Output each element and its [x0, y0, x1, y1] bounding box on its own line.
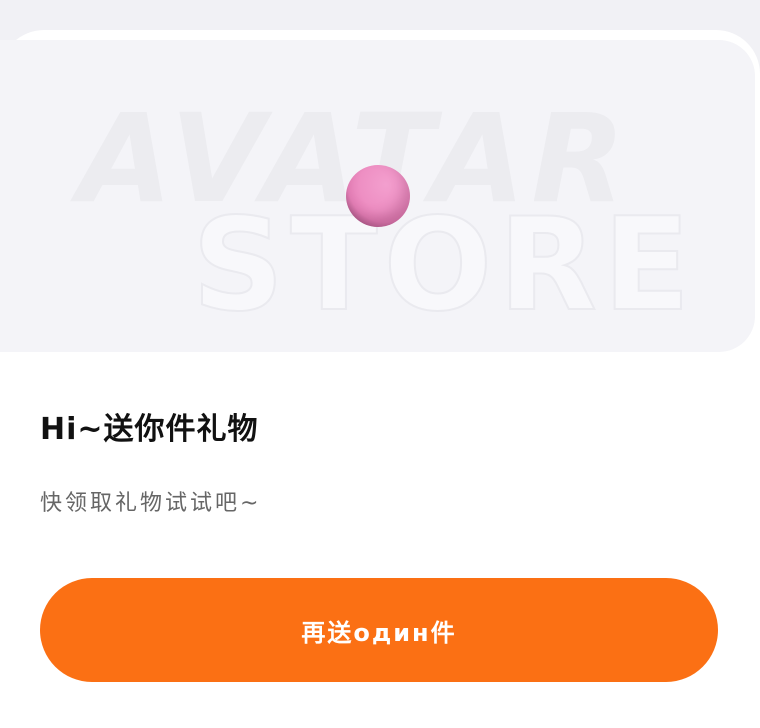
- send-another-button[interactable]: 再送один件: [40, 578, 718, 682]
- pink-ball-icon: [346, 165, 410, 227]
- gift-subtitle: 快领取礼物试试吧~: [40, 491, 262, 516]
- gift-title: Hi~送你件礼物: [40, 412, 259, 447]
- avatar-store-banner: AVATAR STORE: [0, 40, 755, 352]
- watermark-store: STORE: [191, 191, 697, 340]
- send-another-label: 再送один件: [301, 618, 457, 647]
